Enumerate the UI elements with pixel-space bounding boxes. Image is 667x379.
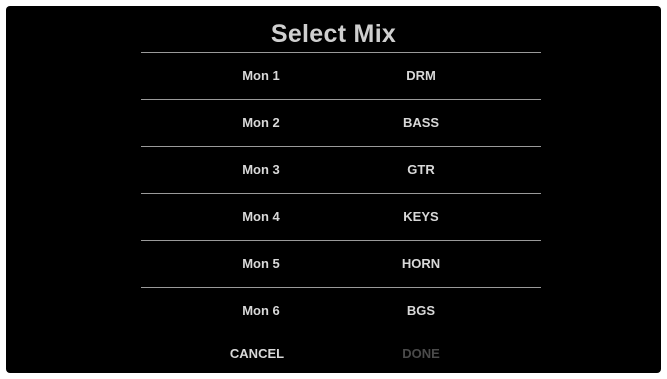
mix-row-1[interactable]: Mon 1 DRM <box>141 52 541 99</box>
monitor-label: Mon 6 <box>242 303 280 318</box>
cancel-button[interactable]: CANCEL <box>197 339 317 369</box>
monitor-label: Mon 4 <box>242 209 280 224</box>
dialog-actions: CANCEL DONE <box>141 339 541 369</box>
mix-name: DRM <box>406 68 436 83</box>
monitor-label: Mon 2 <box>242 115 280 130</box>
mix-name: HORN <box>401 256 441 271</box>
dialog-title: Select Mix <box>270 20 397 48</box>
mix-row-3[interactable]: Mon 3 GTR <box>141 146 541 193</box>
mix-name: KEYS <box>403 209 439 224</box>
mix-row-4[interactable]: Mon 4 KEYS <box>141 193 541 240</box>
mix-name: BASS <box>402 115 440 130</box>
select-mix-dialog: Select Mix Mon 1 DRM Mon 2 BASS Mon 3 GT… <box>6 6 661 373</box>
monitor-label: Mon 5 <box>242 256 280 271</box>
monitor-label: Mon 1 <box>242 68 280 83</box>
mix-row-5[interactable]: Mon 5 HORN <box>141 240 541 287</box>
mix-name: GTR <box>407 162 435 177</box>
mix-name: BGS <box>406 303 436 318</box>
mix-row-6[interactable]: Mon 6 BGS <box>141 287 541 334</box>
done-button[interactable]: DONE <box>361 339 481 369</box>
monitor-label: Mon 3 <box>242 162 280 177</box>
mix-list: Mon 1 DRM Mon 2 BASS Mon 3 GTR Mon 4 KEY… <box>141 52 541 334</box>
mix-row-2[interactable]: Mon 2 BASS <box>141 99 541 146</box>
